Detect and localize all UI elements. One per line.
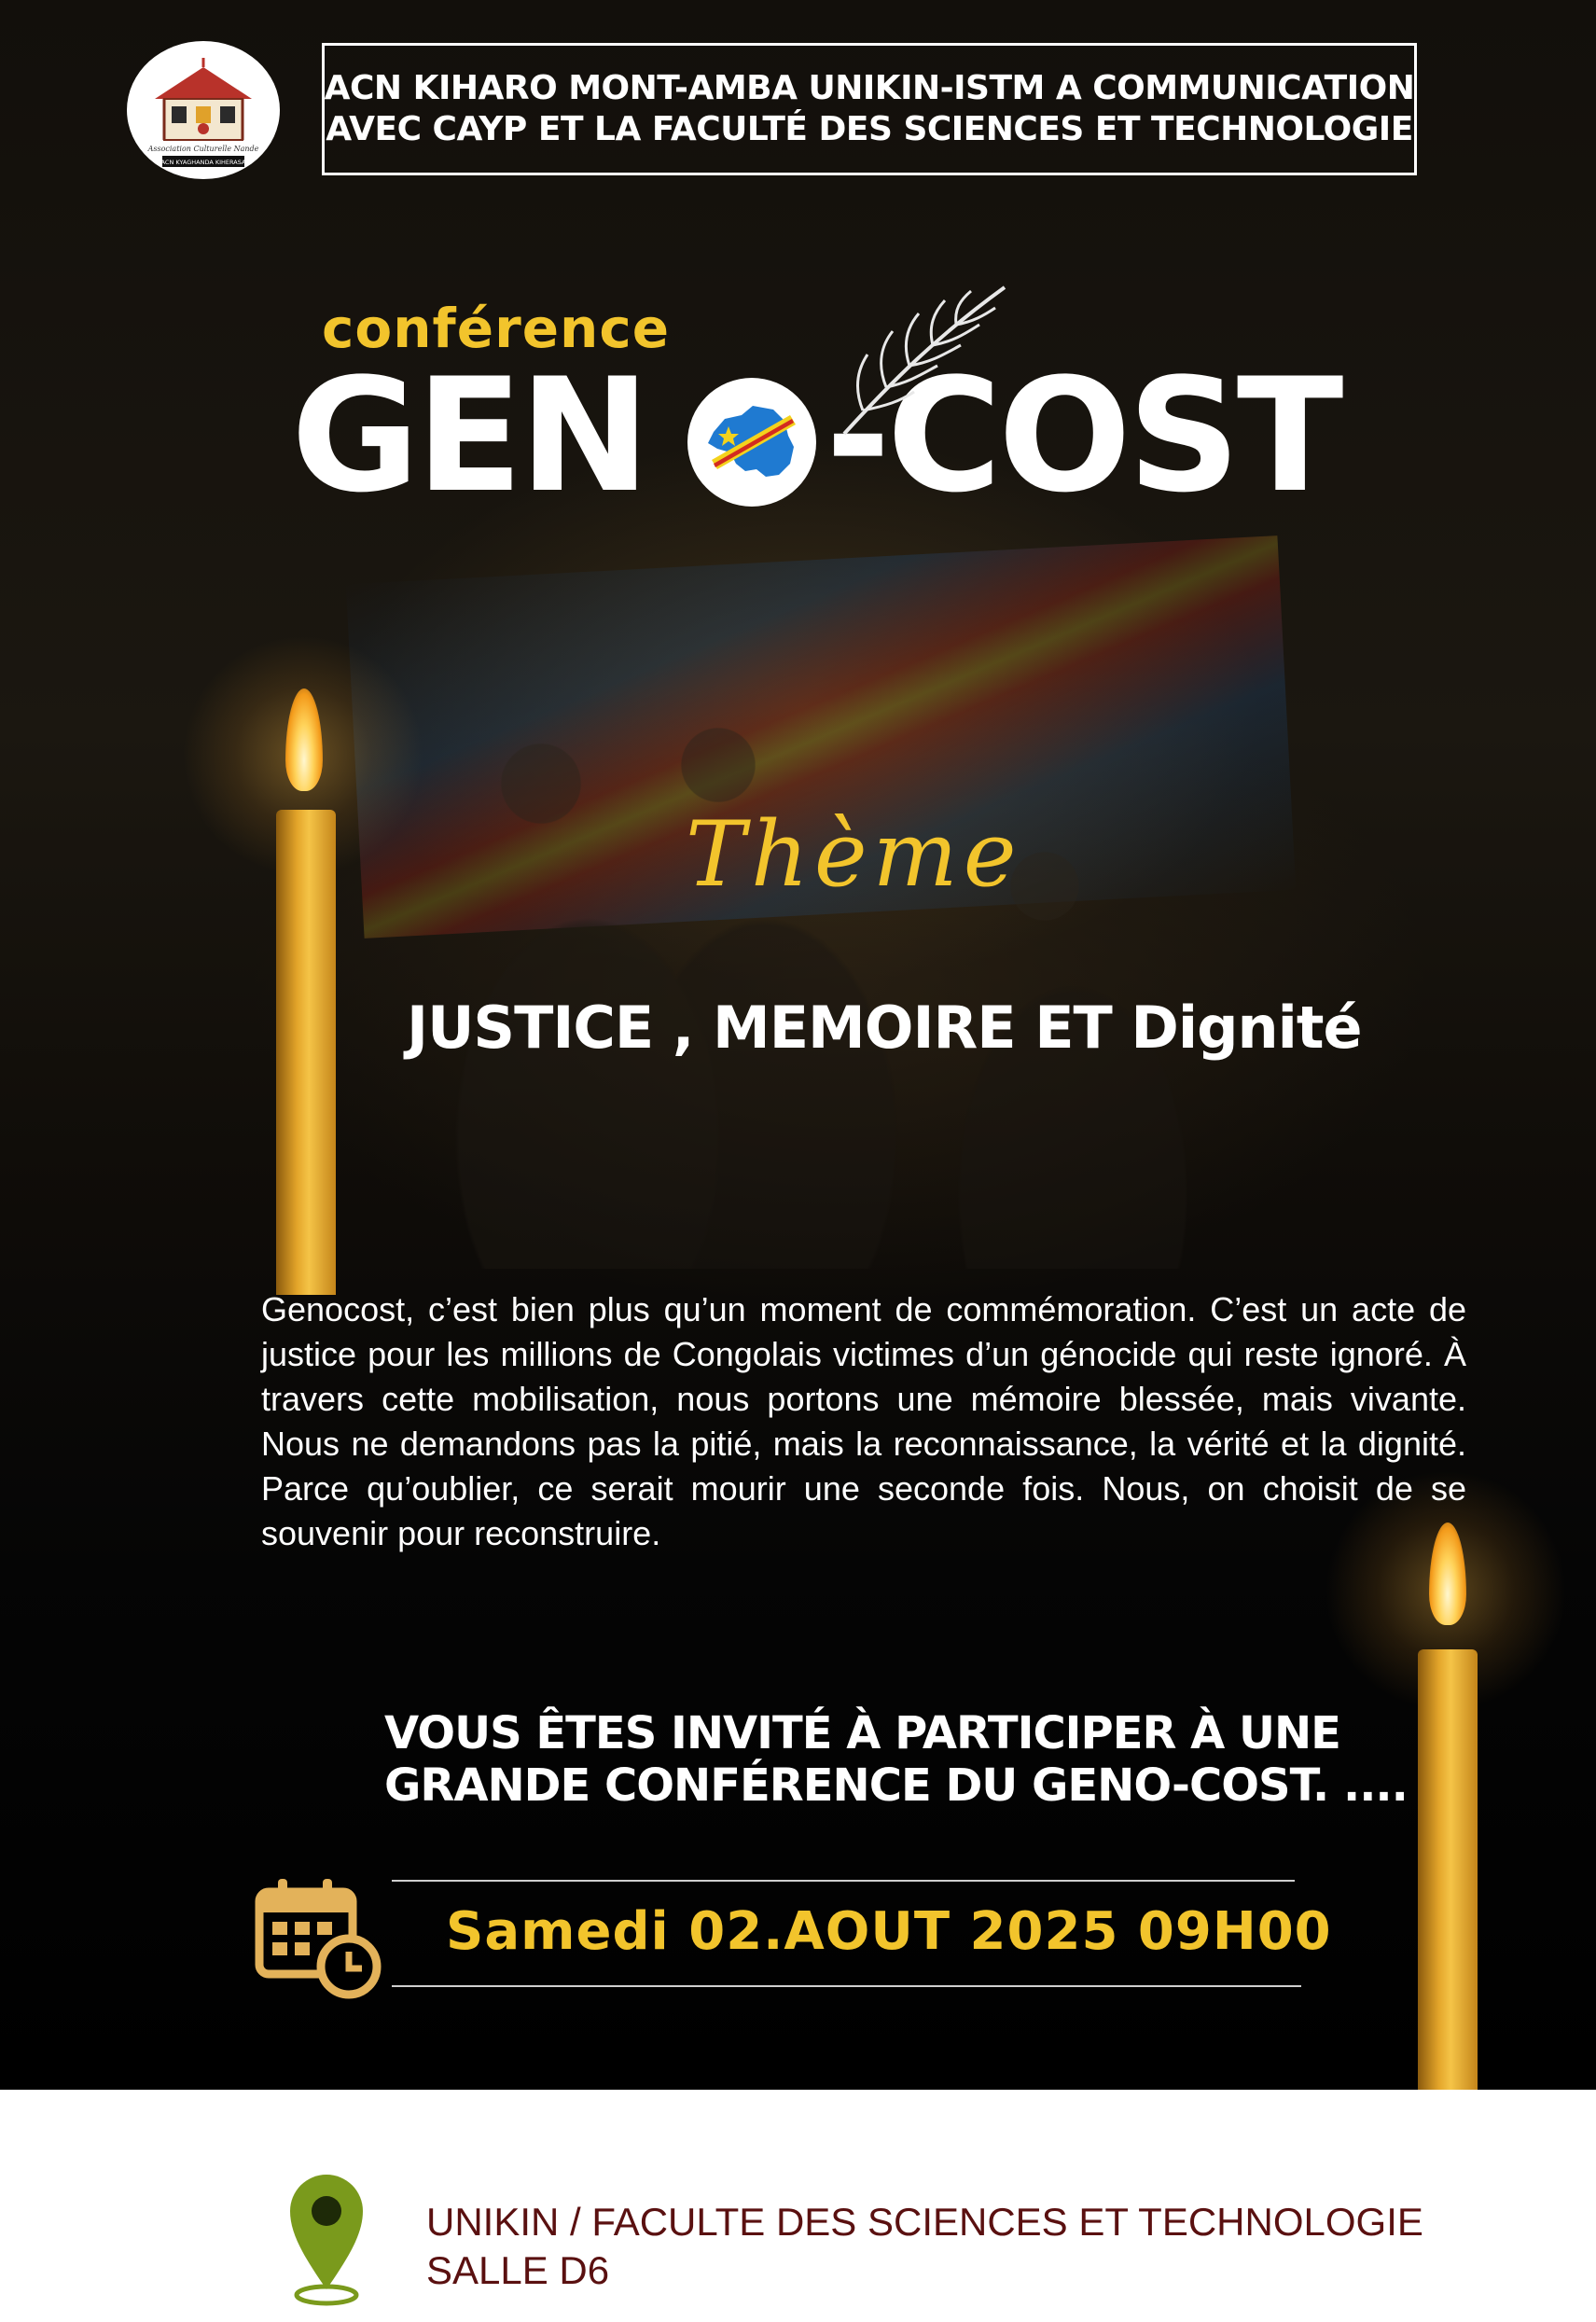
date-divider-bottom <box>392 1985 1301 1987</box>
location-footer: UNIKIN / FACULTE DES SCIENCES ET TECHNOL… <box>0 2090 1596 2322</box>
drc-map-emblem <box>687 378 816 507</box>
location-line-1: UNIKIN / FACULTE DES SCIENCES ET TECHNOL… <box>426 2200 1423 2244</box>
calendar-clock-icon <box>255 1879 382 1999</box>
invitation-line-1: VOUS ÊTES INVITÉ À PARTICIPER À UNE <box>384 1707 1341 1759</box>
organizer-line-2: AVEC CAYP ET LA FACULTÉ DES SCIENCES ET … <box>326 110 1413 148</box>
date-divider-top <box>392 1880 1295 1882</box>
logo-emblem-icon: Association Culturelle Nande ACN KYAGHAN… <box>147 58 259 167</box>
location-pin-icon <box>290 2175 363 2306</box>
event-title-part-1: GEN <box>291 344 650 527</box>
association-logo: Association Culturelle Nande ACN KYAGHAN… <box>127 41 280 179</box>
invitation-line-2: GRANDE CONFÉRENCE DU GENO-COST. .... <box>384 1759 1409 1812</box>
svg-text:ACN KYAGHANDA KIHERASA: ACN KYAGHANDA KIHERASA <box>161 159 246 166</box>
svg-text:Association Culturelle Nande: Association Culturelle Nande <box>147 145 259 153</box>
organizer-banner: ACN KIHARO MONT-AMBA UNIKIN-ISTM A COMMU… <box>322 43 1417 175</box>
event-description: Genocost, c’est bien plus qu’un moment d… <box>261 1290 1466 1552</box>
theme-title: JUSTICE , MEMOIRE ET Dignité <box>407 994 1363 1062</box>
crowd-silhouettes <box>280 709 1306 1269</box>
invitation-text: VOUS ÊTES INVITÉ À PARTICIPER À UNE GRAN… <box>384 1707 1409 1812</box>
palm-branch-icon <box>842 285 1006 436</box>
drc-map-icon <box>708 406 796 477</box>
event-datetime: Samedi 02.AOUT 2025 09H00 <box>446 1901 1332 1962</box>
location-line-2: SALLE D6 <box>426 2248 610 2292</box>
poster-background: Association Culturelle Nande ACN KYAGHAN… <box>0 0 1596 2090</box>
theme-label: Thème <box>686 802 1022 907</box>
candle-left <box>276 810 336 1295</box>
organizer-line-1: ACN KIHARO MONT-AMBA UNIKIN-ISTM A COMMU… <box>324 69 1415 107</box>
candle-right <box>1418 1649 1478 2090</box>
